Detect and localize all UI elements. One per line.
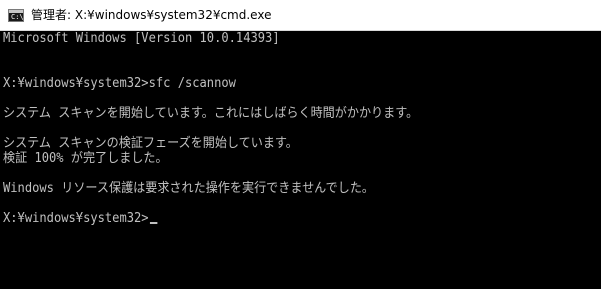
cmd-window: C:\ 管理者: X:¥windows¥system32¥cmd.exe Mic… xyxy=(0,0,601,289)
console-line-error: Windows リソース保護は要求された操作を実行できませんでした。 xyxy=(3,181,375,196)
title-bar[interactable]: C:\ 管理者: X:¥windows¥system32¥cmd.exe xyxy=(0,0,601,31)
console-line-version: Microsoft Windows [Version 10.0.14393] xyxy=(3,31,280,46)
text-cursor xyxy=(149,222,157,224)
console-prompt-line[interactable]: X:¥windows¥system32> xyxy=(3,211,559,226)
console-line-verify-start: システム スキャンの検証フェーズを開始しています。 xyxy=(3,136,298,151)
console-line-scan-start: システム スキャンを開始しています。これにはしばらく時間がかかります。 xyxy=(3,106,419,121)
console-prompt: X:¥windows¥system32> xyxy=(3,211,149,226)
window-title: 管理者: X:¥windows¥system32¥cmd.exe xyxy=(31,8,272,22)
cmd-icon-glyph: C:\ xyxy=(11,13,24,21)
console-output[interactable]: Microsoft Windows [Version 10.0.14393] X… xyxy=(0,31,601,289)
console-line-verify-complete: 検証 100% が完了しました。 xyxy=(3,151,168,166)
cmd-icon[interactable]: C:\ xyxy=(8,9,24,22)
console-line-command: X:¥windows¥system32>sfc /scannow xyxy=(3,76,236,91)
